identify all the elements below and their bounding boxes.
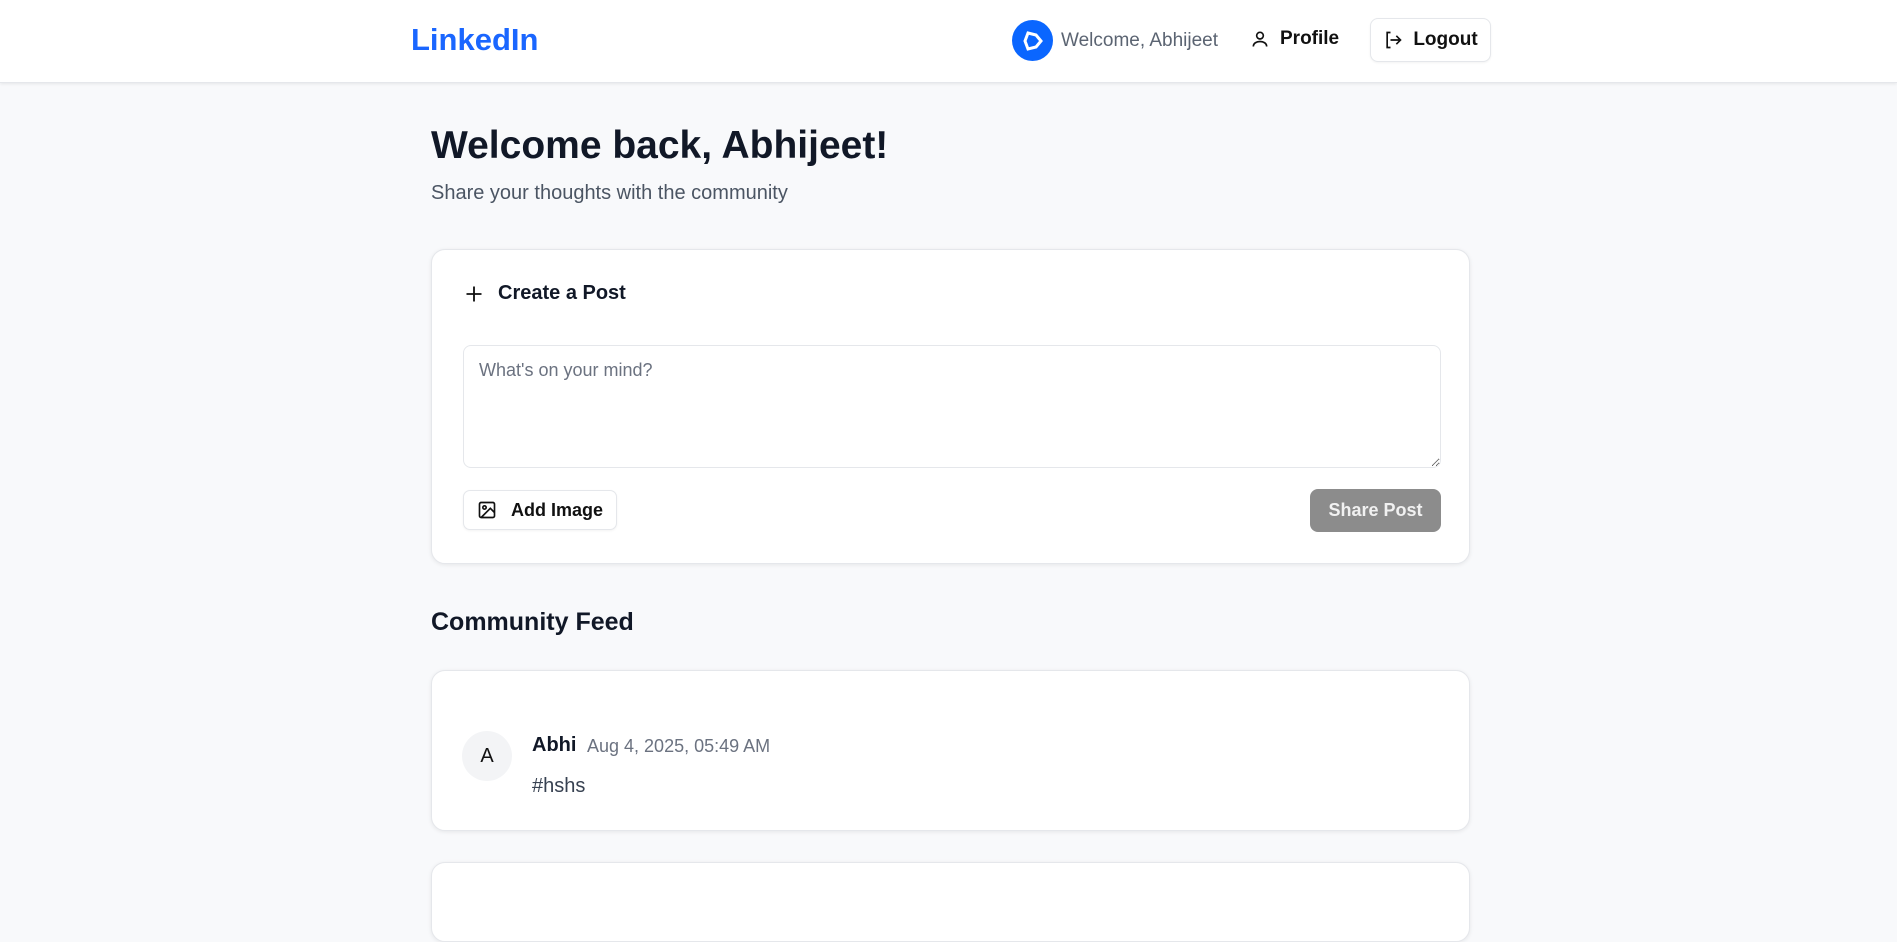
logout-button[interactable]: Logout — [1370, 18, 1491, 62]
user-avatar — [1012, 20, 1053, 61]
profile-link[interactable]: Profile — [1250, 28, 1339, 50]
page-title: Welcome back, Abhijeet! — [431, 124, 889, 167]
plus-icon — [466, 286, 482, 301]
post-avatar: A — [462, 731, 512, 781]
post-content: #hshs — [532, 775, 586, 797]
share-post-button[interactable]: Share Post — [1310, 489, 1441, 532]
welcome-text: Welcome, Abhijeet — [1061, 30, 1219, 51]
logout-label: Logout — [1413, 29, 1478, 50]
logo[interactable]: LinkedIn — [411, 22, 538, 58]
user-avatar-icon — [1022, 30, 1043, 51]
post-card: A Abhi Aug 4, 2025, 05:49 AM #hshs — [431, 670, 1470, 831]
post-date: Aug 4, 2025, 05:49 AM — [587, 736, 771, 756]
profile-label: Profile — [1280, 28, 1340, 49]
create-post-heading: Create a Post — [464, 282, 626, 305]
create-post-title: Create a Post — [498, 282, 626, 304]
page-subtitle: Share your thoughts with the community — [431, 182, 788, 204]
user-icon — [1252, 31, 1268, 47]
post-input[interactable] — [463, 345, 1441, 468]
image-icon — [478, 501, 496, 519]
top-nav: LinkedIn Welcome, Abhijeet Profile Logou… — [0, 0, 1897, 83]
post-card — [431, 862, 1470, 942]
add-image-label: Add Image — [510, 499, 603, 520]
add-image-button[interactable]: Add Image — [463, 490, 617, 530]
logout-icon — [1386, 31, 1402, 49]
post-author[interactable]: Abhi — [532, 734, 576, 757]
create-post-card: Create a Post Add Image Share Post — [431, 249, 1470, 564]
feed-heading: Community Feed — [431, 608, 634, 636]
